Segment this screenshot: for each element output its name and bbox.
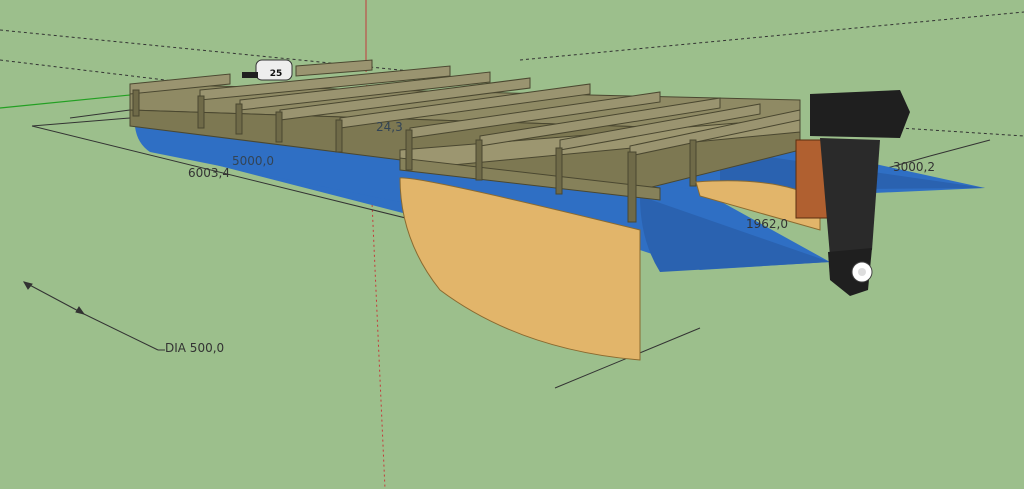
- pontoon-boat-model: 25 6003,4 5000,0 24,3 1962,0 3000,2 DIA …: [0, 0, 1024, 489]
- motor-badge: 25: [270, 69, 283, 79]
- green-axis: [0, 93, 141, 109]
- dimension-width: 3000,2: [893, 160, 935, 174]
- dimension-height: 24,3: [376, 120, 403, 134]
- axis-dashed-4: [899, 127, 1024, 137]
- dimension-inner-length: 5000,0: [232, 154, 274, 168]
- dimension-length: 6003,4: [188, 166, 230, 180]
- dimension-spacing: 1962,0: [746, 217, 788, 231]
- outboard-motor-icon: [795, 90, 910, 296]
- axis-dashed-3: [519, 11, 1024, 61]
- small-motor: 25: [242, 59, 293, 81]
- dimension-diameter: DIA 500,0: [165, 341, 224, 355]
- model-viewport[interactable]: 25 6003,4 5000,0 24,3 1962,0 3000,2 DIA …: [0, 0, 1024, 489]
